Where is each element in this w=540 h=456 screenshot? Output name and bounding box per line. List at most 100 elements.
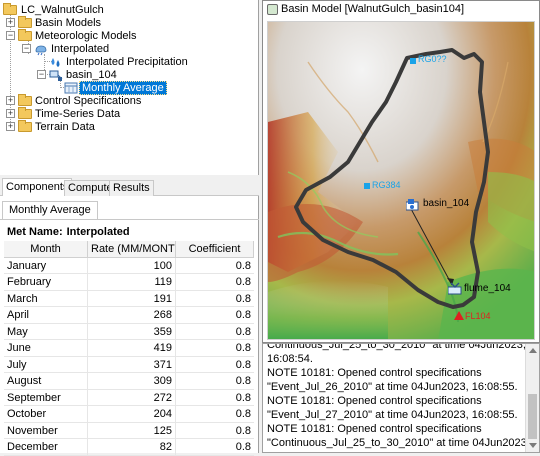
cell-rate[interactable]: 204	[88, 406, 176, 423]
scroll-up-icon[interactable]	[529, 348, 537, 353]
table-row[interactable]: March 191 0.8	[4, 290, 254, 308]
folder-icon	[18, 94, 32, 106]
met-name-value: Interpolated	[66, 226, 130, 238]
folder-icon	[18, 16, 32, 28]
cell-rate[interactable]: 272	[88, 389, 176, 406]
outlet-gage-icon[interactable]	[454, 311, 464, 320]
outlet-label: FL104	[465, 311, 491, 321]
message-console[interactable]: Continuous_Jul_25_to_30_2010" at time 04…	[262, 343, 540, 453]
cell-rate[interactable]: 309	[88, 373, 176, 390]
log-line: "Continuous_Jul_25_to_30_2010" at time 0…	[267, 437, 530, 449]
expand-icon[interactable]	[6, 122, 15, 131]
expand-icon[interactable]	[6, 96, 15, 105]
cell-coefficient[interactable]: 0.8	[176, 439, 254, 456]
cell-rate[interactable]: 119	[88, 274, 176, 291]
cell-month: January	[4, 257, 88, 274]
tree-node-terrain-data[interactable]: Terrain Data	[0, 120, 250, 134]
expand-icon[interactable]	[6, 18, 15, 27]
log-line: "Event_Jul_27_2010" at time 04Jun2023, 1…	[267, 409, 518, 421]
cell-coefficient[interactable]: 0.8	[176, 307, 254, 324]
cell-coefficient[interactable]: 0.8	[176, 274, 254, 291]
table-row[interactable]: December 82 0.8	[4, 439, 254, 456]
cell-coefficient[interactable]: 0.8	[176, 423, 254, 440]
tree-node-basin-models[interactable]: Basin Models	[0, 16, 250, 30]
table-header: Month Rate (MM/MONTH) Coefficient	[4, 241, 254, 258]
cell-rate[interactable]: 82	[88, 439, 176, 456]
tree-node-meteorologic-models[interactable]: Meteorologic Models	[0, 29, 250, 43]
cell-coefficient[interactable]: 0.8	[176, 324, 254, 341]
cell-month: February	[4, 274, 88, 291]
gage-marker-icon[interactable]	[410, 58, 416, 64]
log-line: NOTE 10181: Opened control specification…	[267, 395, 482, 407]
map-canvas[interactable]: RG0?? RG384 basin_104 flume_104 FL104	[267, 21, 535, 340]
cell-coefficient[interactable]: 0.8	[176, 357, 254, 374]
cell-rate[interactable]: 268	[88, 307, 176, 324]
tree-node-interpolated[interactable]: Interpolated	[0, 42, 250, 56]
column-header-month[interactable]: Month	[4, 241, 88, 258]
cell-rate[interactable]: 419	[88, 340, 176, 357]
cell-rate[interactable]: 359	[88, 323, 176, 340]
tree-node-label: Terrain Data	[35, 121, 95, 133]
table-row[interactable]: July 371 0.8	[4, 356, 254, 374]
table-row[interactable]: November 125 0.8	[4, 422, 254, 440]
table-row[interactable]: September 272 0.8	[4, 389, 254, 407]
tree-node-interpolated-precipitation[interactable]: Interpolated Precipitation	[0, 55, 250, 69]
collapse-icon[interactable]	[37, 70, 46, 79]
subbasin-label: basin_104	[423, 198, 470, 209]
scroll-thumb[interactable]	[528, 394, 537, 439]
expand-icon[interactable]	[6, 109, 15, 118]
tree-node-monthly-average[interactable]: Monthly Average	[0, 81, 250, 95]
basin-model-icon	[267, 4, 278, 15]
gage-marker-icon[interactable]	[364, 183, 370, 189]
cell-coefficient[interactable]: 0.8	[176, 406, 254, 423]
collapse-icon[interactable]	[22, 44, 31, 53]
table-row[interactable]: April 268 0.8	[4, 307, 254, 324]
tab-components[interactable]: Components	[2, 178, 73, 197]
cell-rate[interactable]: 125	[88, 422, 176, 439]
tree-node-label: Monthly Average	[79, 81, 167, 95]
met-name-row: Met Name: Interpolated	[7, 226, 130, 238]
table-row[interactable]: May 359 0.8	[4, 323, 254, 341]
cell-rate[interactable]: 100	[88, 257, 176, 274]
cell-coefficient[interactable]: 0.8	[176, 373, 254, 390]
column-header-coefficient[interactable]: Coefficient	[176, 241, 254, 258]
table-row[interactable]: February 119 0.8	[4, 274, 254, 291]
map-window-title: Basin Model [WalnutGulch_basin104]	[281, 3, 465, 15]
cell-coefficient[interactable]: 0.8	[176, 291, 254, 308]
column-header-rate[interactable]: Rate (MM/MONTH)	[88, 241, 176, 258]
tree-node-control-specifications[interactable]: Control Specifications	[0, 94, 250, 108]
tree-node-time-series-data[interactable]: Time-Series Data	[0, 107, 250, 121]
table-row[interactable]: October 204 0.8	[4, 406, 254, 423]
junction-label: flume_104	[464, 283, 511, 294]
tree-node-label: Control Specifications	[35, 95, 142, 107]
tree-node-label: LC_WalnutGulch	[21, 4, 104, 16]
tree-node-label: Interpolated	[51, 43, 110, 55]
console-scrollbar[interactable]	[525, 344, 539, 452]
message-log: Continuous_Jul_25_to_30_2010" at time 04…	[267, 344, 530, 452]
cell-month: March	[4, 290, 88, 307]
collapse-icon[interactable]	[6, 31, 15, 40]
gage-label: RG384	[372, 180, 401, 190]
table-row[interactable]: January 100 0.8	[4, 257, 254, 275]
cell-coefficient[interactable]: 0.8	[176, 390, 254, 407]
table-row[interactable]: June 419 0.8	[4, 340, 254, 357]
tree-node-root[interactable]: LC_WalnutGulch	[0, 3, 250, 17]
folder-icon	[3, 3, 17, 15]
cell-rate[interactable]: 371	[88, 356, 176, 373]
tab-monthly-average[interactable]: Monthly Average	[2, 201, 98, 220]
junction-icon[interactable]	[447, 282, 462, 295]
folder-icon	[18, 29, 32, 41]
cell-rate[interactable]: 191	[88, 290, 176, 307]
cell-coefficient[interactable]: 0.8	[176, 258, 254, 275]
tab-results[interactable]: Results	[109, 180, 154, 196]
map-window-titlebar[interactable]: Basin Model [WalnutGulch_basin104]	[263, 1, 539, 19]
basin-model-map-window: Basin Model [WalnutGulch_basin104] RG0??…	[262, 0, 540, 343]
cell-coefficient[interactable]: 0.8	[176, 340, 254, 357]
scroll-down-icon[interactable]	[529, 443, 537, 448]
cell-month: May	[4, 323, 88, 340]
subbasin-icon[interactable]	[405, 199, 419, 211]
tree-node-basin-104[interactable]: basin_104	[0, 68, 250, 82]
table-row[interactable]: August 309 0.8	[4, 373, 254, 390]
cell-month: June	[4, 340, 88, 357]
log-line: NOTE 10181: Opened control specification…	[267, 423, 482, 435]
